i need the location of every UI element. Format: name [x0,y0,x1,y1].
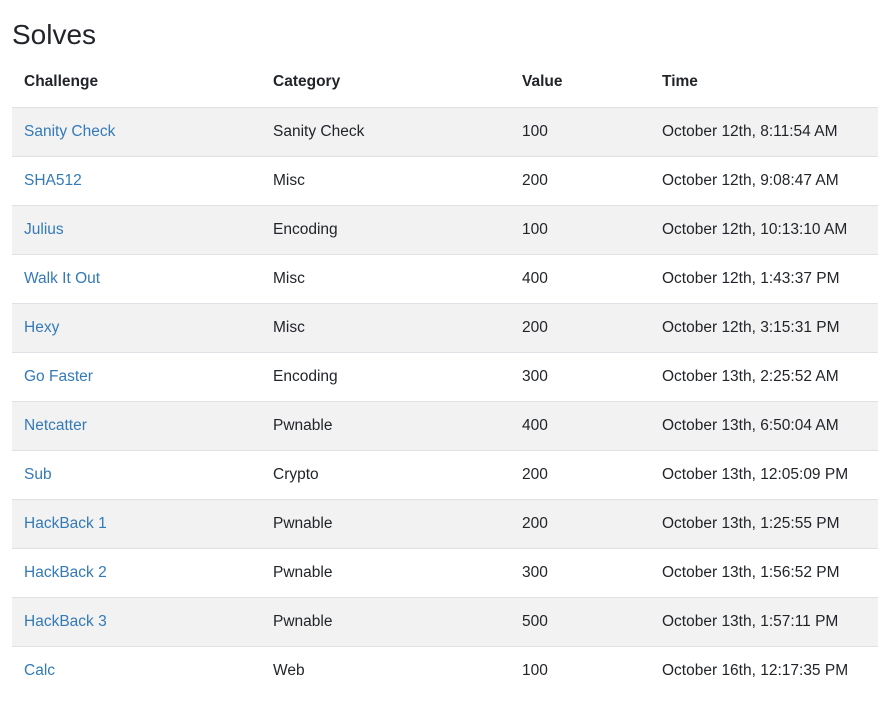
cell-value: 100 [510,645,650,695]
table-row: SHA512 Misc 200 October 12th, 9:08:47 AM [12,155,878,205]
table-row: Hexy Misc 200 October 12th, 3:15:31 PM [12,302,878,352]
table-row: Sanity Check Sanity Check 100 October 12th,… [12,106,878,156]
challenge-link[interactable]: SHA512 [24,172,82,189]
cell-challenge: Sub [12,449,261,499]
cell-category: Misc [261,253,510,303]
cell-challenge: Julius [12,204,261,254]
cell-value: 200 [510,302,650,352]
challenge-link[interactable]: HackBack 2 [24,564,107,581]
cell-category: Web [261,645,510,695]
cell-time: October 12th, 1:43:37 PM [650,253,878,303]
solves-page: Solves Challenge Category Value Time San… [12,0,878,695]
cell-value: 500 [510,596,650,646]
table-row: Netcatter Pwnable 400 October 13th, 6:50:04… [12,400,878,450]
cell-time: October 12th, 10:13:10 AM [650,204,878,254]
cell-challenge: HackBack 2 [12,547,261,597]
cell-value: 300 [510,547,650,597]
cell-time: October 13th, 2:25:52 AM [650,351,878,401]
cell-category: Pwnable [261,596,510,646]
cell-time: October 13th, 12:05:09 PM [650,449,878,499]
cell-category: Crypto [261,449,510,499]
cell-challenge: Sanity Check [12,106,261,156]
table-row: Calc Web 100 October 16th, 12:17:35 PM [12,645,878,695]
challenge-link[interactable]: Sanity Check [24,123,115,140]
solves-table: Challenge Category Value Time Sanity Che… [12,57,878,695]
cell-challenge: Hexy [12,302,261,352]
cell-challenge: HackBack 1 [12,498,261,548]
cell-time: October 13th, 1:57:11 PM [650,596,878,646]
cell-challenge: Calc [12,645,261,695]
cell-category: Misc [261,302,510,352]
cell-challenge: Go Faster [12,351,261,401]
cell-category: Pwnable [261,498,510,548]
table-row: HackBack 2 Pwnable 300 October 13th, 1:56:5… [12,547,878,597]
cell-time: October 12th, 8:11:54 AM [650,106,878,156]
cell-challenge: SHA512 [12,155,261,205]
cell-value: 200 [510,449,650,499]
cell-time: October 12th, 3:15:31 PM [650,302,878,352]
column-header-time: Time [650,57,878,108]
cell-value: 400 [510,400,650,450]
challenge-link[interactable]: Go Faster [24,368,93,385]
cell-value: 300 [510,351,650,401]
column-header-challenge: Challenge [12,57,261,108]
column-header-category: Category [261,57,510,108]
column-header-value: Value [510,57,650,108]
cell-value: 100 [510,204,650,254]
table-row: Julius Encoding 100 October 12th, 10:13:10 … [12,204,878,254]
cell-value: 200 [510,498,650,548]
cell-challenge: Walk It Out [12,253,261,303]
challenge-link[interactable]: Calc [24,662,55,679]
challenge-link[interactable]: HackBack 3 [24,613,107,630]
cell-time: October 13th, 1:56:52 PM [650,547,878,597]
table-row: HackBack 1 Pwnable 200 October 13th, 1:25:5… [12,498,878,548]
cell-category: Encoding [261,204,510,254]
challenge-link[interactable]: Netcatter [24,417,87,434]
challenge-link[interactable]: HackBack 1 [24,515,107,532]
challenge-link[interactable]: Julius [24,221,64,238]
cell-time: October 13th, 6:50:04 AM [650,400,878,450]
cell-category: Sanity Check [261,106,510,156]
cell-value: 100 [510,106,650,156]
cell-challenge: Netcatter [12,400,261,450]
challenge-link[interactable]: Hexy [24,319,59,336]
table-row: HackBack 3 Pwnable 500 October 13th, 1:57:1… [12,596,878,646]
cell-time: October 13th, 1:25:55 PM [650,498,878,548]
table-row: Sub Crypto 200 October 13th, 12:05:09 PM [12,449,878,499]
cell-time: October 16th, 12:17:35 PM [650,645,878,695]
cell-category: Pwnable [261,547,510,597]
challenge-link[interactable]: Sub [24,466,52,483]
cell-value: 400 [510,253,650,303]
table-header-row: Challenge Category Value Time [12,57,878,108]
solves-table-body: Sanity Check Sanity Check 100 October 12th,… [12,106,878,695]
cell-time: October 12th, 9:08:47 AM [650,155,878,205]
cell-category: Encoding [261,351,510,401]
cell-category: Misc [261,155,510,205]
page-title: Solves [12,19,97,50]
challenge-link[interactable]: Walk It Out [24,270,100,287]
table-row: Walk It Out Misc 400 October 12th, 1:43:37 … [12,253,878,303]
table-row: Go Faster Encoding 300 October 13th, 2:25:5… [12,351,878,401]
cell-challenge: HackBack 3 [12,596,261,646]
cell-value: 200 [510,155,650,205]
cell-category: Pwnable [261,400,510,450]
